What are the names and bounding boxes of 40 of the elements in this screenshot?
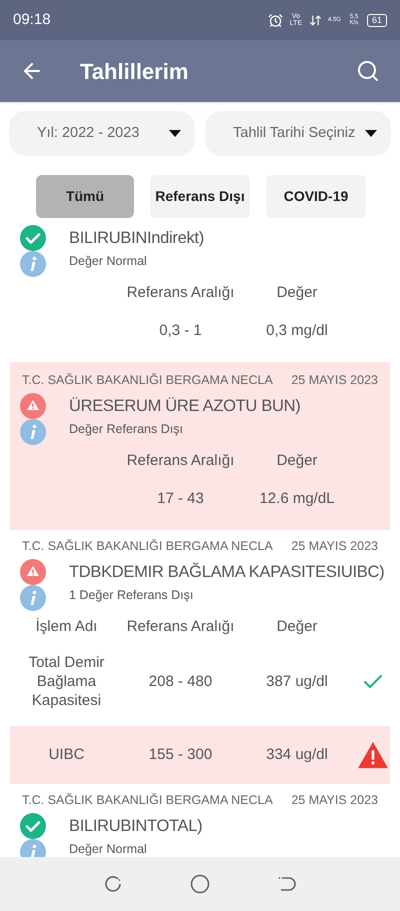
table-cell-text: 208 - 480 <box>148 672 214 692</box>
hospital-name: T.C. SAĞLIK BAKANLIĞI BERGAMA NECLA <box>22 538 273 555</box>
hospital-name: T.C. SAĞLIK BAKANLIĞI BERGAMA NECLA <box>22 372 273 389</box>
column-header: Değer <box>276 451 318 471</box>
table-cell-text: 0,3 mg/dl <box>265 321 329 341</box>
result-summary: Değer Normal <box>69 253 147 270</box>
column-header: Referans Aralığı <box>126 451 236 471</box>
column-header: Değer <box>276 617 318 637</box>
column-header: Referans Aralığı <box>126 617 236 637</box>
result-card[interactable]: T.C. SAĞLIK BAKANLIĞI BERGAMA NECLA 25 MAYIS 2023 ÜRESERUM ÜRE AZOTU BUN) Değer Referans Dışı Referans Aralığı Değer 17 - 43 12.6 mg/dL <box>10 362 390 530</box>
table-cell-text: UIBC <box>48 746 86 765</box>
result-date: 25 MAYIS 2023 <box>291 372 378 389</box>
table-cell-text: 12.6 mg/dL <box>258 489 336 509</box>
filter-tab[interactable]: Tümü <box>36 175 134 218</box>
result-summary: 1 Değer Referans Dışı <box>69 587 194 604</box>
clock: 09:18 <box>13 10 51 30</box>
filter-tab[interactable]: Referans Dışı <box>150 175 250 218</box>
test-name: BILIRUBINTOTAL) <box>69 816 202 837</box>
test-name: ÜRESERUM ÜRE AZOTU BUN) <box>69 396 300 417</box>
dropdown[interactable]: Tahlil Tarihi Seçiniz <box>205 111 391 156</box>
dropdown[interactable]: Yıl: 2022 - 2023 <box>9 111 195 156</box>
result-date: 25 MAYIS 2023 <box>291 792 378 809</box>
test-name: TDBKDEMIR BAĞLAMA KAPASITESIUIBC) <box>69 562 384 583</box>
table-cell-text: 17 - 43 <box>156 489 205 509</box>
table-cell-text: 334 ug/dl <box>265 745 329 765</box>
result-summary: Değer Normal <box>69 841 147 857</box>
column-header: İşlem Adı <box>34 617 98 637</box>
filter-tab[interactable]: COVID-19 <box>266 175 366 218</box>
result-summary: Değer Referans Dışı <box>69 421 183 438</box>
column-header: Değer <box>276 283 318 303</box>
table-cell-text: Total Demir Bağlama Kapasitesi <box>28 654 106 710</box>
result-date: 25 MAYIS 2023 <box>291 538 378 555</box>
hospital-name: T.C. SAĞLIK BAKANLIĞI BERGAMA NECLA <box>22 792 273 809</box>
app-bar-title: Tahlillerim <box>80 58 190 86</box>
column-header: Referans Aralığı <box>126 283 236 303</box>
table-cell-text: 0,3 - 1 <box>158 321 203 341</box>
table-cell-text: 387 ug/dl <box>265 672 329 692</box>
battery-indicator: 61 <box>366 14 387 26</box>
table-cell-text: 155 - 300 <box>148 745 214 765</box>
test-name: BILIRUBINIndirekt) <box>69 228 204 249</box>
